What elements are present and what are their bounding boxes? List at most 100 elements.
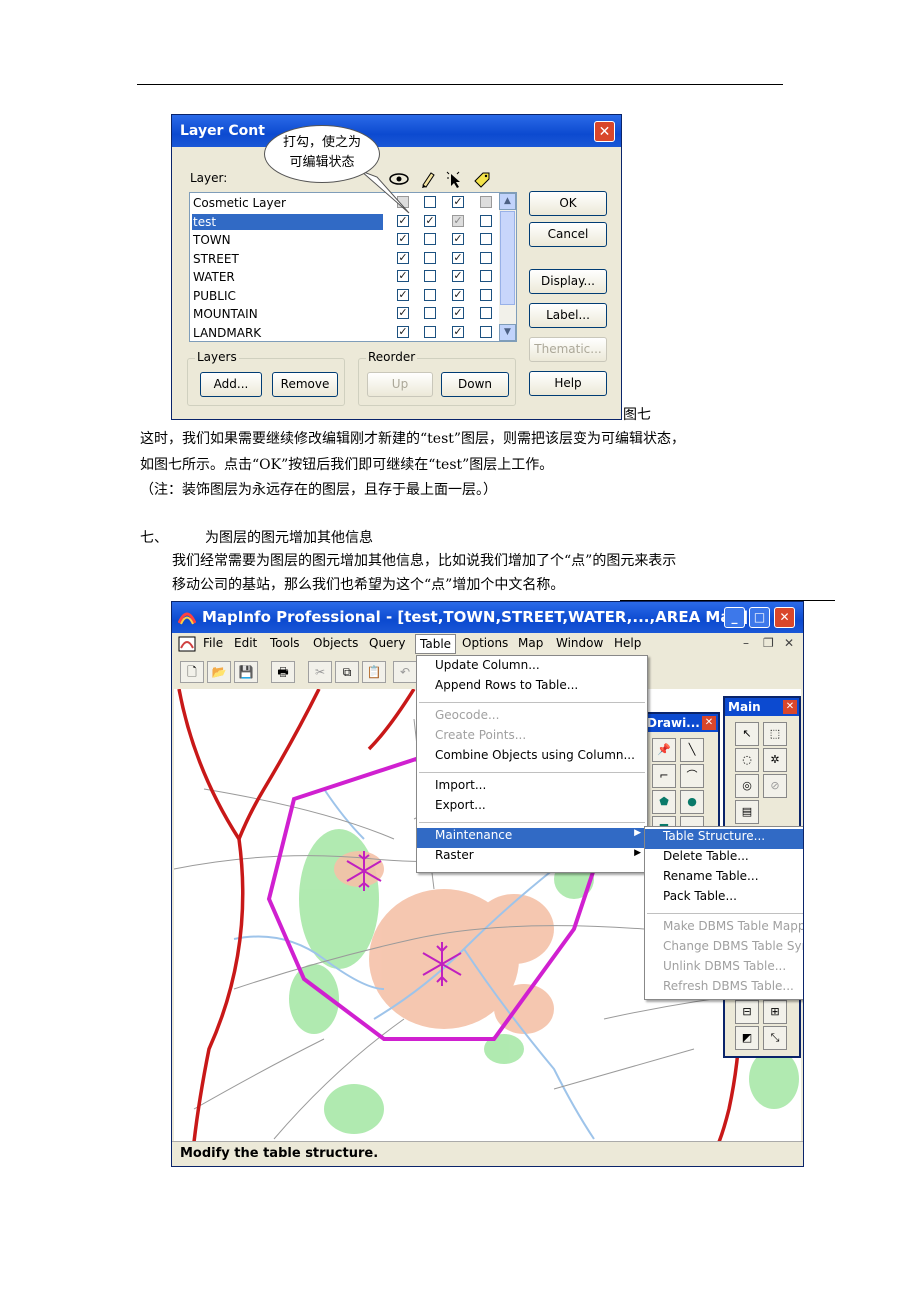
select-tool-icon[interactable]: ↖ <box>735 722 759 746</box>
selectable-checkbox[interactable]: ✓ <box>452 270 464 282</box>
create-points-item[interactable]: Create Points... <box>417 728 526 748</box>
menu-map[interactable]: Map <box>518 636 543 650</box>
menu-options[interactable]: Options <box>462 636 508 650</box>
maximize-button[interactable]: □ <box>749 607 770 628</box>
help-button[interactable]: Help <box>529 371 607 396</box>
scroll-up-icon[interactable]: ▲ <box>499 193 516 210</box>
menu-table[interactable]: Table <box>415 634 457 654</box>
boundary-select-icon[interactable]: ◎ <box>735 774 759 798</box>
maintenance-item[interactable]: Maintenance ▶ <box>417 828 647 848</box>
visible-checkbox[interactable]: ✓ <box>397 288 409 301</box>
editable-checkbox[interactable] <box>424 233 436 245</box>
autolabel-checkbox[interactable] <box>480 251 492 264</box>
change-dbms-symbol-item[interactable]: Change DBMS Table Symbol... <box>645 939 803 959</box>
refresh-dbms-item[interactable]: Refresh DBMS Table... <box>645 979 794 999</box>
scroll-down-icon[interactable]: ▼ <box>499 324 516 341</box>
autolabel-checkbox[interactable] <box>480 196 492 208</box>
mdi-close-icon[interactable]: ✕ <box>784 636 794 650</box>
selectable-checkbox[interactable]: ✓ <box>452 325 464 338</box>
autolabel-checkbox[interactable] <box>480 270 492 282</box>
autolabel-checkbox[interactable] <box>480 288 492 301</box>
layout-icon[interactable]: ◩ <box>735 1026 759 1050</box>
layer-row[interactable]: STREET ✓ ✓ <box>190 250 516 268</box>
ok-button[interactable]: OK <box>529 191 607 216</box>
raster-item[interactable]: Raster ▶ <box>417 848 647 868</box>
update-column-item[interactable]: Update Column... <box>417 658 540 678</box>
add-button[interactable]: Add... <box>200 372 262 397</box>
menu-help[interactable]: Help <box>614 636 641 650</box>
minimize-button[interactable]: _ <box>724 607 745 628</box>
marquee-select-icon[interactable]: ⬚ <box>763 722 787 746</box>
undo-icon[interactable]: ↶ <box>393 661 417 683</box>
display-button[interactable]: Display... <box>529 269 607 294</box>
editable-checkbox[interactable] <box>424 251 436 264</box>
editable-checkbox[interactable] <box>424 270 436 282</box>
mdi-restore-icon[interactable]: ❐ <box>763 636 774 650</box>
open-icon[interactable]: 📂 <box>207 661 231 683</box>
legend-icon[interactable]: ⊞ <box>763 1000 787 1024</box>
editable-checkbox[interactable] <box>424 307 436 319</box>
menu-query[interactable]: Query <box>369 636 405 650</box>
visible-checkbox[interactable]: ✓ <box>397 251 409 264</box>
symbol-pin-icon[interactable]: 📌 <box>652 738 676 762</box>
save-icon[interactable]: 💾 <box>234 661 258 683</box>
visible-checkbox[interactable]: ✓ <box>397 307 409 319</box>
combine-objects-item[interactable]: Combine Objects using Column... <box>417 748 635 768</box>
selectable-checkbox[interactable]: ✓ <box>452 307 464 319</box>
menu-objects[interactable]: Objects <box>313 636 358 650</box>
new-icon[interactable]: 🗋 <box>180 661 204 683</box>
layer-row[interactable]: MOUNTAIN ✓ ✓ <box>190 305 516 323</box>
visible-checkbox[interactable]: ✓ <box>397 233 409 245</box>
polyline-tool-icon[interactable]: ⌐ <box>652 764 676 788</box>
arc-tool-icon[interactable]: ⌒ <box>680 764 704 788</box>
rename-table-item[interactable]: Rename Table... <box>645 869 759 889</box>
layer-row[interactable]: test ✓ ✓ ✓ <box>190 213 516 231</box>
mdi-minimize-icon[interactable]: – <box>743 636 749 650</box>
layer-row[interactable]: TOWN ✓ ✓ <box>190 231 516 249</box>
radius-select-icon[interactable]: ◌ <box>735 748 759 772</box>
up-button[interactable]: Up <box>367 372 433 397</box>
autolabel-checkbox[interactable] <box>480 325 492 338</box>
editable-checkbox[interactable]: ✓ <box>424 214 436 227</box>
menu-tools[interactable]: Tools <box>270 636 300 650</box>
print-icon[interactable]: 🖶 <box>271 661 295 683</box>
down-button[interactable]: Down <box>441 372 509 397</box>
layer-list[interactable]: Cosmetic Layer ✓ test ✓ ✓ ✓ TOWN ✓ ✓ STREET ✓ ✓ WATE… <box>189 192 517 342</box>
autolabel-checkbox[interactable] <box>480 214 492 227</box>
unlink-dbms-item[interactable]: Unlink DBMS Table... <box>645 959 786 979</box>
ruler-icon[interactable]: ⊟ <box>735 1000 759 1024</box>
paste-icon[interactable]: 📋 <box>362 661 386 683</box>
autolabel-checkbox[interactable] <box>480 233 492 245</box>
line-tool-icon[interactable]: ╲ <box>680 738 704 762</box>
visible-checkbox[interactable]: ✓ <box>397 270 409 282</box>
close-button[interactable]: ✕ <box>594 121 615 142</box>
cancel-button[interactable]: Cancel <box>529 222 607 247</box>
polygon-tool-icon[interactable]: ⬟ <box>652 790 676 814</box>
geocode-item[interactable]: Geocode... <box>417 708 499 728</box>
editable-checkbox[interactable] <box>424 196 436 208</box>
thematic-button[interactable]: Thematic... <box>529 337 607 362</box>
menu-edit[interactable]: Edit <box>234 636 257 650</box>
append-rows-item[interactable]: Append Rows to Table... <box>417 678 578 698</box>
layer-row[interactable]: Cosmetic Layer ✓ <box>190 194 516 212</box>
scroll-thumb[interactable] <box>500 211 515 305</box>
delete-table-item[interactable]: Delete Table... <box>645 849 749 869</box>
import-item[interactable]: Import... <box>417 778 486 798</box>
layer-row[interactable]: PUBLIC ✓ ✓ <box>190 287 516 305</box>
unselect-icon[interactable]: ⊘ <box>763 774 787 798</box>
copy-icon[interactable]: ⧉ <box>335 661 359 683</box>
menu-window[interactable]: Window <box>556 636 603 650</box>
selectable-checkbox[interactable]: ✓ <box>452 233 464 245</box>
selectable-checkbox[interactable]: ✓ <box>452 196 464 208</box>
browse-icon[interactable]: ▤ <box>735 800 759 824</box>
main-palette-close[interactable]: ✕ <box>783 700 797 714</box>
editable-checkbox[interactable] <box>424 325 436 338</box>
layer-list-scrollbar[interactable]: ▲ ▼ <box>499 193 516 341</box>
drawing-palette-close[interactable]: ✕ <box>702 716 716 730</box>
selectable-checkbox[interactable]: ✓ <box>452 214 464 227</box>
make-dbms-mappable-item[interactable]: Make DBMS Table Mappable... <box>645 919 803 939</box>
pack-table-item[interactable]: Pack Table... <box>645 889 737 909</box>
autolabel-checkbox[interactable] <box>480 307 492 319</box>
layer-row[interactable]: WATER ✓ ✓ <box>190 268 516 286</box>
selectable-checkbox[interactable]: ✓ <box>452 251 464 264</box>
